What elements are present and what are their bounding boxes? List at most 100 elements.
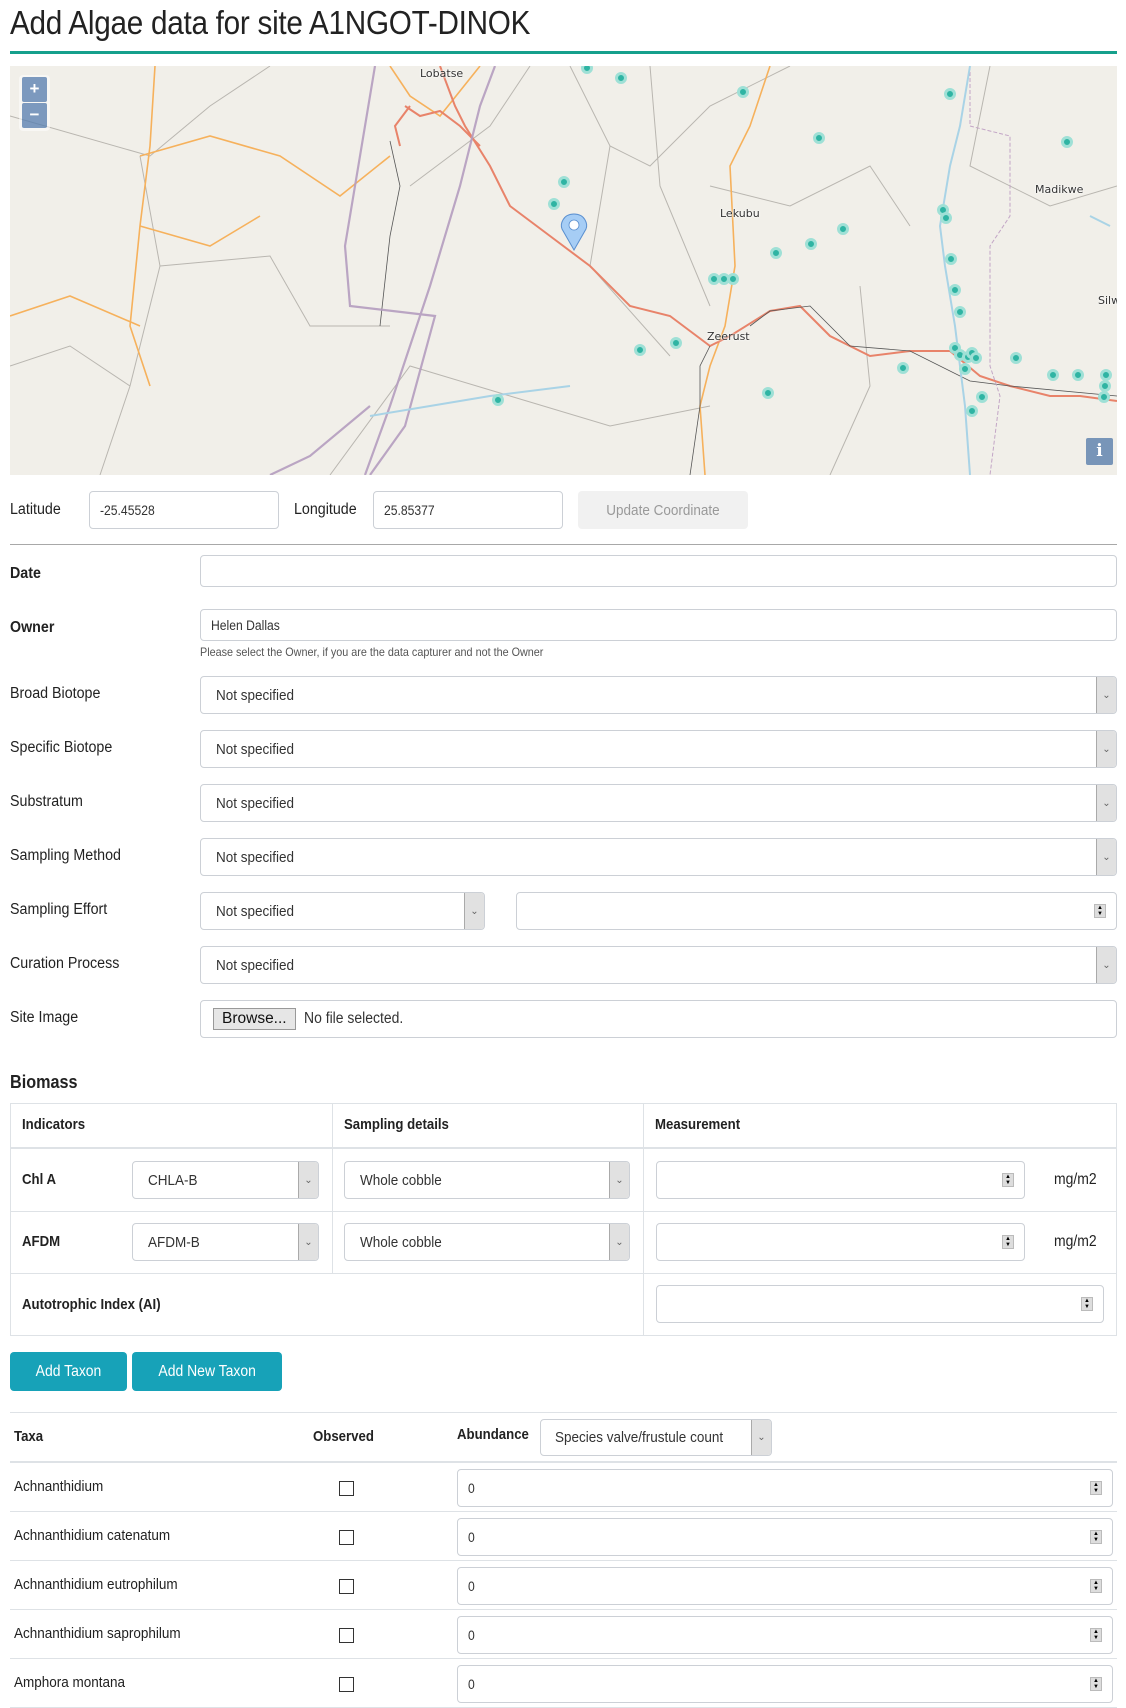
site-marker[interactable] — [940, 212, 952, 224]
site-marker[interactable] — [1010, 352, 1022, 364]
owner-input[interactable]: Helen Dallas — [200, 609, 1117, 641]
indicator-type-select[interactable]: AFDM-B ⌄ — [132, 1223, 319, 1261]
header-taxa: Taxa — [14, 1428, 44, 1445]
site-image-label: Site Image — [10, 1009, 79, 1026]
broad-biotope-select[interactable]: Not specified ⌄ — [200, 676, 1117, 714]
header-observed: Observed — [313, 1428, 374, 1445]
number-spinner-icon[interactable]: ▲ ▼ — [1090, 1579, 1102, 1593]
add-new-taxon-button[interactable]: Add New Taxon — [132, 1352, 282, 1391]
number-spinner-icon[interactable]: ▲ ▼ — [1090, 1530, 1102, 1544]
sampling-method-select[interactable]: Not specified ⌄ — [200, 838, 1117, 876]
site-marker[interactable] — [548, 198, 560, 210]
site-marker[interactable] — [558, 176, 570, 188]
chevron-down-icon: ⌄ — [298, 1224, 318, 1260]
site-image-file-input[interactable]: Browse... No file selected. — [200, 1000, 1117, 1038]
sampling-effort-amount-input[interactable]: ▲ ▼ — [516, 892, 1117, 930]
add-taxon-button[interactable]: Add Taxon — [10, 1352, 127, 1391]
map-info-button[interactable]: i — [1086, 438, 1113, 465]
sampling-details-select[interactable]: Whole cobble ⌄ — [344, 1161, 630, 1199]
abundance-input[interactable]: 0 ▲ ▼ — [457, 1567, 1113, 1605]
number-spinner-icon[interactable]: ▲ ▼ — [1081, 1297, 1093, 1311]
site-marker[interactable] — [737, 86, 749, 98]
site-marker[interactable] — [1099, 380, 1111, 392]
taxa-row-divider — [10, 1609, 1117, 1610]
site-marker[interactable] — [813, 132, 825, 144]
substratum-label: Substratum — [10, 793, 83, 810]
taxon-name: Achnanthidium — [14, 1478, 104, 1495]
site-map[interactable]: Lobatse Lekubu Zeerust Madikwe Silwe + −… — [10, 66, 1117, 475]
site-marker[interactable] — [670, 337, 682, 349]
zoom-in-button[interactable]: + — [22, 77, 47, 102]
site-marker[interactable] — [954, 306, 966, 318]
sampling-method-label: Sampling Method — [10, 847, 121, 864]
site-marker[interactable] — [1098, 391, 1110, 403]
site-marker[interactable] — [615, 72, 627, 84]
header-sampling-details: Sampling details — [344, 1116, 449, 1133]
observed-checkbox[interactable] — [339, 1481, 354, 1496]
number-spinner-icon[interactable]: ▲ ▼ — [1094, 904, 1106, 918]
abundance-input[interactable]: 0 ▲ ▼ — [457, 1469, 1113, 1507]
site-marker[interactable] — [762, 387, 774, 399]
autotrophic-index-input[interactable]: ▲ ▼ — [656, 1285, 1104, 1323]
measurement-input[interactable]: ▲ ▼ — [656, 1161, 1025, 1199]
site-marker[interactable] — [1100, 369, 1112, 381]
abundance-input[interactable]: 0 ▲ ▼ — [457, 1665, 1113, 1703]
number-spinner-icon[interactable]: ▲ ▼ — [1090, 1677, 1102, 1691]
site-marker[interactable] — [805, 238, 817, 250]
number-spinner-icon[interactable]: ▲ ▼ — [1002, 1235, 1014, 1249]
number-spinner-icon[interactable]: ▲ ▼ — [1002, 1173, 1014, 1187]
site-marker[interactable] — [1047, 369, 1059, 381]
map-pin-icon[interactable] — [560, 213, 588, 252]
site-marker[interactable] — [966, 405, 978, 417]
site-marker[interactable] — [1061, 136, 1073, 148]
number-spinner-icon[interactable]: ▲ ▼ — [1090, 1628, 1102, 1642]
place-label: Lobatse — [420, 67, 464, 80]
number-spinner-icon[interactable]: ▲ ▼ — [1090, 1481, 1102, 1495]
observed-checkbox[interactable] — [339, 1530, 354, 1545]
taxon-name: Achnanthidium saprophilum — [14, 1625, 181, 1642]
site-marker[interactable] — [897, 362, 909, 374]
site-marker[interactable] — [944, 88, 956, 100]
site-marker[interactable] — [959, 363, 971, 375]
zoom-control: + − — [19, 75, 50, 131]
site-marker[interactable] — [770, 247, 782, 259]
longitude-input[interactable]: 25.85377 — [373, 491, 563, 529]
site-marker[interactable] — [708, 273, 720, 285]
header-abundance: Abundance — [457, 1426, 529, 1443]
sampling-details-select[interactable]: Whole cobble ⌄ — [344, 1223, 630, 1261]
site-marker[interactable] — [727, 273, 739, 285]
specific-biotope-select[interactable]: Not specified ⌄ — [200, 730, 1117, 768]
substratum-select[interactable]: Not specified ⌄ — [200, 784, 1117, 822]
site-marker[interactable] — [1072, 369, 1084, 381]
chevron-down-icon: ⌄ — [609, 1162, 629, 1198]
abundance-type-select[interactable]: Species valve/frustule count ⌄ — [540, 1419, 772, 1456]
site-marker[interactable] — [581, 66, 593, 74]
curation-process-select[interactable]: Not specified ⌄ — [200, 946, 1117, 984]
measurement-input[interactable]: ▲ ▼ — [656, 1223, 1025, 1261]
observed-checkbox[interactable] — [339, 1628, 354, 1643]
taxa-table-top — [10, 1412, 1117, 1413]
abundance-input[interactable]: 0 ▲ ▼ — [457, 1616, 1113, 1654]
abundance-input[interactable]: 0 ▲ ▼ — [457, 1518, 1113, 1556]
broad-biotope-label: Broad Biotope — [10, 685, 101, 702]
zoom-out-button[interactable]: − — [22, 103, 47, 128]
site-marker[interactable] — [492, 394, 504, 406]
sampling-effort-select[interactable]: Not specified ⌄ — [200, 892, 485, 930]
unit-label: mg/m2 — [1054, 1171, 1097, 1188]
site-marker[interactable] — [634, 344, 646, 356]
site-marker[interactable] — [945, 253, 957, 265]
chevron-down-icon: ⌄ — [298, 1162, 318, 1198]
taxa-row-divider — [10, 1658, 1117, 1659]
update-coordinate-button[interactable]: Update Coordinate — [578, 491, 748, 529]
indicator-type-select[interactable]: CHLA-B ⌄ — [132, 1161, 319, 1199]
latitude-input[interactable]: -25.45528 — [89, 491, 279, 529]
date-input[interactable] — [200, 555, 1117, 587]
table-row-divider — [10, 1273, 1117, 1274]
browse-button[interactable]: Browse... — [213, 1008, 296, 1030]
observed-checkbox[interactable] — [339, 1579, 354, 1594]
site-marker[interactable] — [976, 391, 988, 403]
site-marker[interactable] — [949, 284, 961, 296]
site-marker[interactable] — [970, 352, 982, 364]
site-marker[interactable] — [837, 223, 849, 235]
observed-checkbox[interactable] — [339, 1677, 354, 1692]
